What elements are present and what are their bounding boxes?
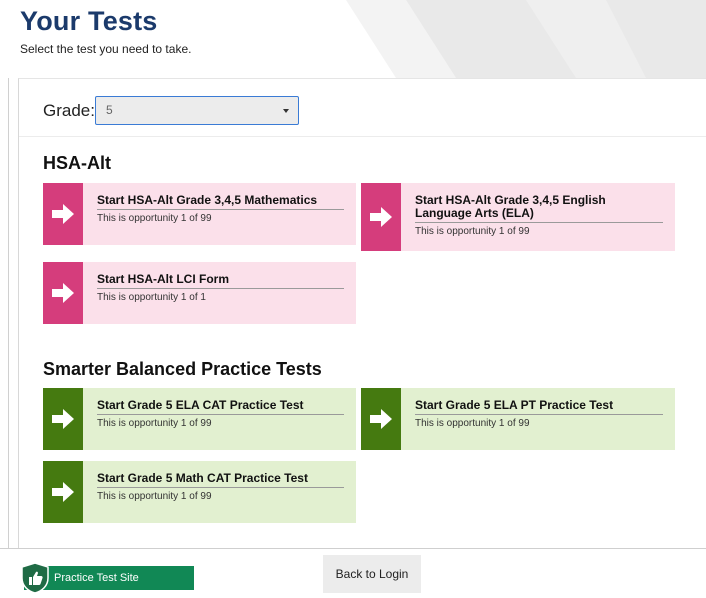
page-header: Your Tests Select the test you need to t… <box>0 0 706 78</box>
page: Your Tests Select the test you need to t… <box>0 0 706 598</box>
arrow-right-icon <box>52 482 74 502</box>
tile-arrow-box <box>43 183 83 245</box>
practice-site-badge: Practice Test Site <box>21 562 194 594</box>
tile-title[interactable]: Start Grade 5 ELA PT Practice Test <box>415 399 663 415</box>
page-title: Your Tests <box>20 6 158 36</box>
test-tile-hsa-alt-math[interactable]: Start HSA-Alt Grade 3,4,5 Mathematics Th… <box>43 183 356 245</box>
tile-subtitle: This is opportunity 1 of 99 <box>97 213 212 224</box>
grade-label: Grade: <box>43 101 95 120</box>
tile-subtitle: This is opportunity 1 of 99 <box>415 226 530 237</box>
practice-site-label: Practice Test Site <box>54 572 139 584</box>
tile-arrow-box <box>43 262 83 324</box>
arrow-right-icon <box>52 409 74 429</box>
page-subtitle: Select the test you need to take. <box>20 42 192 56</box>
tile-title[interactable]: Start Grade 5 Math CAT Practice Test <box>97 472 344 488</box>
test-tile-math-cat[interactable]: Start Grade 5 Math CAT Practice Test Thi… <box>43 461 356 523</box>
tile-title[interactable]: Start Grade 5 ELA CAT Practice Test <box>97 399 344 415</box>
section-title-smarter-balanced: Smarter Balanced Practice Tests <box>43 359 322 379</box>
tile-title[interactable]: Start HSA-Alt LCI Form <box>97 273 344 289</box>
page-footer: Practice Test Site Back to Login <box>0 548 706 598</box>
arrow-right-icon <box>52 283 74 303</box>
tile-subtitle: This is opportunity 1 of 99 <box>97 491 212 502</box>
test-tile-hsa-alt-lci[interactable]: Start HSA-Alt LCI Form This is opportuni… <box>43 262 356 324</box>
arrow-right-icon <box>52 204 74 224</box>
tile-subtitle: This is opportunity 1 of 1 <box>97 292 206 303</box>
header-decoration <box>346 0 706 78</box>
grade-select-value: 5 <box>106 103 113 117</box>
left-border <box>8 78 9 548</box>
tile-subtitle: This is opportunity 1 of 99 <box>97 418 212 429</box>
shield-thumbs-up-icon <box>21 562 49 594</box>
test-tile-hsa-alt-ela[interactable]: Start HSA-Alt Grade 3,4,5 English Langua… <box>361 183 675 251</box>
tile-title[interactable]: Start HSA-Alt Grade 3,4,5 English Langua… <box>415 194 663 223</box>
section-title-hsa-alt: HSA-Alt <box>43 153 111 173</box>
tile-arrow-box <box>43 388 83 450</box>
arrow-right-icon <box>370 207 392 227</box>
caret-down-icon <box>283 109 289 113</box>
back-to-login-button[interactable]: Back to Login <box>323 555 421 593</box>
tile-arrow-box <box>43 461 83 523</box>
grade-select[interactable]: 5 <box>95 96 299 125</box>
tile-arrow-box <box>361 388 401 450</box>
grade-row: Grade: 5 <box>19 79 706 137</box>
arrow-right-icon <box>370 409 392 429</box>
test-tile-ela-pt[interactable]: Start Grade 5 ELA PT Practice Test This … <box>361 388 675 450</box>
tile-title[interactable]: Start HSA-Alt Grade 3,4,5 Mathematics <box>97 194 344 210</box>
main-panel: Grade: 5 HSA-Alt Start HSA-Alt Grade 3,4… <box>18 78 706 548</box>
test-tile-ela-cat[interactable]: Start Grade 5 ELA CAT Practice Test This… <box>43 388 356 450</box>
tile-subtitle: This is opportunity 1 of 99 <box>415 418 530 429</box>
tile-arrow-box <box>361 183 401 251</box>
